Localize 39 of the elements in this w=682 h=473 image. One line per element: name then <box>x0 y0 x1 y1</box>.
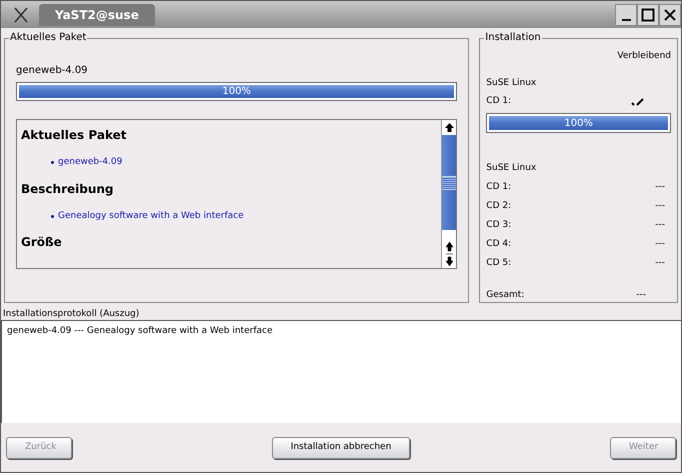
media-label: CD 5: <box>486 258 512 269</box>
total-value: --- <box>636 290 646 301</box>
section-heading: Aktuelles Paket <box>21 127 128 144</box>
media-label: CD 2: <box>486 201 512 212</box>
package-name: geneweb-4.09 <box>16 64 89 78</box>
remaining-value: --- <box>655 201 665 212</box>
close-button[interactable] <box>659 4 681 26</box>
link[interactable]: Genealogy software with a Web interface <box>58 210 244 223</box>
media-label: CD 1: <box>486 182 512 193</box>
remaining-label: Verbleibend <box>616 51 671 62</box>
maximize-button[interactable] <box>637 4 659 26</box>
bullet-icon <box>51 214 54 218</box>
product-name: SuSE Linux <box>486 78 538 89</box>
link[interactable]: geneweb-4.09 <box>58 156 122 170</box>
scroll-thumb[interactable] <box>442 135 456 230</box>
bullet-icon <box>51 161 54 164</box>
remaining-value: --- <box>655 182 665 193</box>
minimize-button[interactable] <box>615 4 637 26</box>
total-label: Gesamt: <box>486 290 526 301</box>
minimize-icon <box>622 18 630 20</box>
close-icon <box>663 8 677 22</box>
media-label: CD 4: <box>486 239 512 250</box>
remaining-value: --- <box>655 220 665 231</box>
scrollbar[interactable] <box>441 120 456 268</box>
progress-reading: 100% <box>221 85 252 99</box>
product-name: SuSE Linux <box>486 163 538 174</box>
section-heading: Beschreibung <box>21 180 115 198</box>
remaining-value: --- <box>655 239 665 250</box>
progress-reading: 100% <box>563 116 594 130</box>
window-title: YaST2@suse <box>39 4 155 26</box>
remaining-value: --- <box>655 258 665 269</box>
section-heading: Größe <box>21 234 63 251</box>
media-label: CD 3: <box>486 220 512 231</box>
log-label: Installationsprotokoll (Auszug) <box>3 308 140 320</box>
x-logo-icon <box>13 6 29 22</box>
button[interactable]: Installation abbrechen <box>272 436 410 458</box>
media-label: CD 1: <box>486 96 512 107</box>
log-line: geneweb-4.09 --- Genealogy software with a Web interface <box>7 325 274 338</box>
maximize-icon <box>641 8 655 22</box>
